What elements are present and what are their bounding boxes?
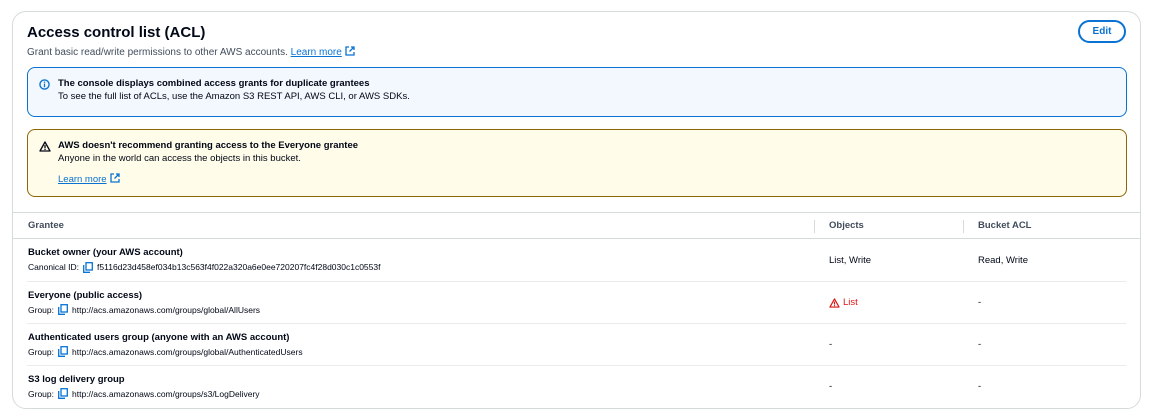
grantee-id: Group: http://acs.amazonaws.com/groups/g…: [28, 304, 815, 316]
grantee-cell: Authenticated users group (anyone with a…: [27, 332, 815, 358]
subtitle-text: Grant basic read/write permissions to ot…: [27, 47, 288, 58]
bucket-acl-cell: -: [978, 339, 982, 350]
grantee-id-label: Group:: [28, 388, 54, 399]
grantee-cell: S3 log delivery group Group: http://acs.…: [27, 374, 815, 400]
grantee-cell: Bucket owner (your AWS account) Canonica…: [27, 247, 815, 273]
objects-cell: List, Write: [829, 254, 872, 266]
bucket-acl-cell: -: [978, 381, 982, 392]
learn-more-label: Learn more: [290, 47, 342, 58]
grantee-id: Group: http://acs.amazonaws.com/groups/s…: [28, 388, 815, 400]
grantee-name: Everyone (public access): [28, 289, 143, 301]
objects-cell: -: [829, 339, 833, 350]
column-header-grantee: Grantee: [13, 213, 815, 238]
grantee-id: Group: http://acs.amazonaws.com/groups/g…: [28, 346, 815, 358]
grantee-id-value: f5116d23d458ef034b13c563f4f022a320a6e0ee…: [97, 262, 381, 272]
grantee-name: Authenticated users group (anyone with a…: [28, 331, 290, 343]
bucket-acl-cell: -: [978, 297, 982, 308]
grantee-name: S3 log delivery group: [28, 373, 125, 385]
info-alert-title: The console displays combined access gra…: [58, 78, 370, 89]
column-header-objects: Objects: [815, 213, 964, 238]
info-alert: The console displays combined access gra…: [27, 67, 1127, 117]
warning-alert-body: Anyone in the world can access the objec…: [58, 153, 301, 164]
grantee-id-value: http://acs.amazonaws.com/groups/global/A…: [72, 304, 261, 315]
warning-alert-title: AWS doesn't recommend granting access to…: [58, 140, 359, 151]
info-alert-body: To see the full list of ACLs, use the Am…: [58, 91, 410, 102]
acl-panel: Access control list (ACL) Grant basic re…: [12, 11, 1141, 409]
objects-warning: List: [829, 297, 964, 308]
table-header: Grantee Objects Bucket ACL: [13, 212, 1140, 238]
warning-icon: [39, 141, 51, 152]
warning-learn-more-link[interactable]: Learn more: [58, 173, 120, 185]
warning-learn-more-label: Learn more: [58, 174, 107, 185]
panel-title: Access control list (ACL): [27, 24, 206, 41]
table-row: Everyone (public access) Group: http://a…: [27, 281, 1126, 323]
acl-table: Grantee Objects Bucket ACL Bucket owner …: [13, 212, 1140, 407]
objects-value: List: [843, 297, 858, 308]
copy-icon[interactable]: [83, 261, 93, 273]
table-row: Authenticated users group (anyone with a…: [27, 323, 1126, 365]
learn-more-link[interactable]: Learn more: [290, 46, 355, 58]
grantee-name: Bucket owner (your AWS account): [28, 247, 183, 258]
column-header-bucket-acl: Bucket ACL: [978, 220, 1032, 231]
copy-icon[interactable]: [58, 388, 68, 399]
edit-button[interactable]: Edit: [1078, 20, 1126, 43]
grantee-id-label: Group:: [28, 304, 54, 315]
warning-alert: AWS doesn't recommend granting access to…: [27, 129, 1127, 197]
bucket-acl-cell: Read, Write: [978, 254, 1028, 266]
table-body: Bucket owner (your AWS account) Canonica…: [13, 238, 1140, 407]
info-icon: [39, 79, 50, 90]
panel-subtitle: Grant basic read/write permissions to ot…: [27, 46, 355, 58]
grantee-id-label: Canonical ID:: [28, 262, 80, 272]
grantee-id-value: http://acs.amazonaws.com/groups/global/A…: [72, 346, 303, 357]
objects-cell: -: [829, 381, 833, 392]
copy-icon[interactable]: [58, 304, 68, 315]
external-link-icon: [109, 173, 120, 183]
table-row: Bucket owner (your AWS account) Canonica…: [27, 239, 1126, 281]
warning-icon: [829, 297, 840, 308]
grantee-id-label: Group:: [28, 346, 54, 357]
grantee-cell: Everyone (public access) Group: http://a…: [27, 290, 815, 316]
grantee-id-value: http://acs.amazonaws.com/groups/s3/LogDe…: [72, 388, 260, 399]
external-link-icon: [345, 46, 355, 56]
objects-cell: List: [815, 297, 964, 308]
copy-icon[interactable]: [58, 346, 68, 357]
table-row: S3 log delivery group Group: http://acs.…: [27, 365, 1126, 407]
grantee-id: Canonical ID: f5116d23d458ef034b13c563f4…: [28, 261, 815, 273]
